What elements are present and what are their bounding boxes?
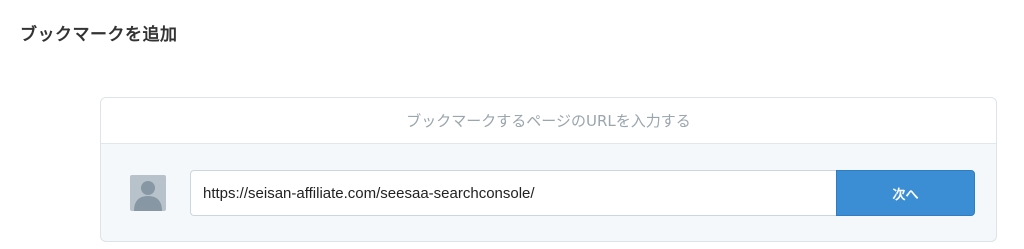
card-header-text: ブックマークするページのURLを入力する — [406, 112, 691, 130]
bookmark-card: ブックマークするページのURLを入力する 次へ — [100, 97, 997, 242]
url-input[interactable] — [190, 170, 836, 216]
card-body: 次へ — [101, 144, 996, 241]
next-button[interactable]: 次へ — [836, 170, 975, 216]
default-user-avatar-icon — [130, 175, 166, 211]
card-header: ブックマークするページのURLを入力する — [101, 98, 996, 144]
page-title: ブックマークを追加 — [20, 25, 178, 45]
